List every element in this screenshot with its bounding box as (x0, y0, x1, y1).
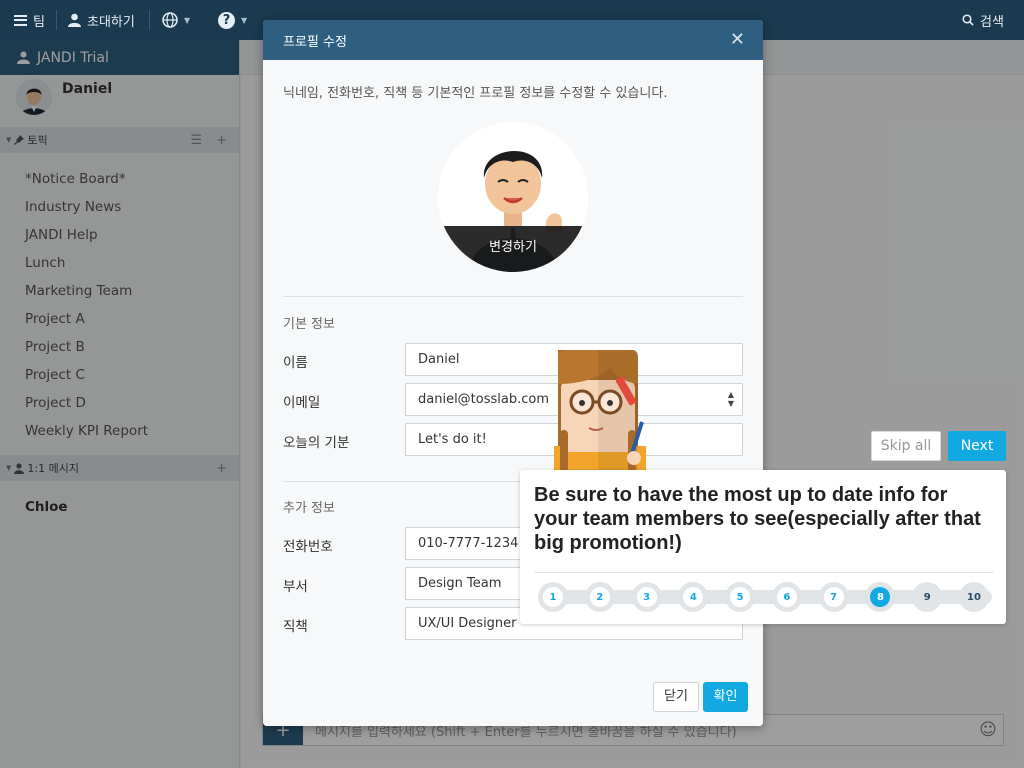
name-label: 이름 (283, 355, 308, 371)
name-value: Daniel (418, 352, 460, 367)
next-button[interactable]: Next (948, 431, 1006, 461)
divider (56, 10, 57, 30)
progress-step-number: 2 (589, 587, 610, 607)
divider (149, 10, 150, 30)
progress-step-number: 9 (917, 587, 938, 607)
progress-step-number: 7 (823, 587, 844, 607)
position-value: UX/UI Designer (418, 616, 517, 631)
search-button[interactable]: 검색 (962, 0, 1004, 40)
progress-step[interactable]: 5 (725, 582, 756, 612)
progress-step[interactable]: 1 (538, 582, 568, 612)
progress-step-number: 4 (683, 587, 704, 607)
change-photo-button[interactable]: 변경하기 (438, 226, 588, 272)
email-label: 이메일 (283, 395, 321, 411)
invite-button[interactable]: 초대하기 (68, 0, 135, 40)
chevron-down-icon: ▼ (241, 15, 248, 25)
modal-header: 프로필 수정 ✕ (263, 20, 763, 60)
phone-label: 전화번호 (283, 539, 333, 555)
user-icon (68, 13, 81, 27)
extra-info-heading: 추가 정보 (283, 501, 335, 516)
basic-info-heading: 기본 정보 (283, 317, 335, 332)
phone-value: 010-7777-1234 (418, 536, 519, 551)
search-label: 검색 (980, 14, 1004, 30)
progress-step[interactable]: 7 (818, 582, 849, 612)
tutorial-message: Be sure to have the most up to date info… (534, 484, 981, 554)
skip-all-button[interactable]: Skip all (871, 431, 941, 461)
select-arrows-icon: ▲ ▼ (727, 390, 734, 408)
progress-step[interactable]: 8 (865, 582, 896, 612)
divider (534, 572, 994, 573)
position-label: 직책 (283, 619, 308, 635)
team-menu-button[interactable]: 팀 (14, 0, 45, 40)
confirm-button[interactable]: 확인 (703, 682, 748, 712)
progress-step[interactable]: 9 (912, 582, 943, 612)
tutorial-character-illustration (554, 350, 646, 472)
close-icon[interactable]: ✕ (730, 29, 745, 50)
progress-step[interactable]: 10 (959, 582, 989, 612)
help-button[interactable]: ? ▼ (218, 0, 247, 40)
help-icon: ? (218, 11, 235, 29)
profile-photo[interactable]: 변경하기 (438, 122, 588, 272)
modal-intro: 닉네임, 전화번호, 직책 등 기본적인 프로필 정보를 수정할 수 있습니다. (283, 86, 668, 101)
language-button[interactable]: ▼ (162, 0, 190, 40)
search-icon (962, 14, 974, 26)
department-value: Design Team (418, 576, 502, 591)
mood-value: Let's do it! (418, 432, 487, 447)
invite-label: 초대하기 (87, 14, 135, 30)
chevron-down-icon: ▼ (184, 15, 191, 25)
progress-step-number: 5 (730, 587, 751, 607)
progress-step[interactable]: 4 (678, 582, 709, 612)
mood-label: 오늘의 기분 (283, 435, 350, 451)
progress-step-number: 3 (636, 587, 657, 607)
progress-step-number: 1 (543, 587, 563, 607)
progress-step[interactable]: 2 (584, 582, 615, 612)
modal-title: 프로필 수정 (283, 34, 347, 50)
department-label: 부서 (283, 579, 308, 595)
hamburger-icon (14, 14, 27, 26)
globe-icon (162, 12, 178, 28)
email-value: daniel@tosslab.com (418, 392, 550, 407)
progress-step-number: 10 (964, 587, 984, 607)
progress-step[interactable]: 3 (631, 582, 662, 612)
progress-step[interactable]: 6 (771, 582, 802, 612)
progress-step-number: 8 (870, 587, 891, 607)
divider (283, 296, 743, 297)
modal-body: 닉네임, 전화번호, 직책 등 기본적인 프로필 정보를 수정할 수 있습니다.… (263, 60, 763, 726)
close-button[interactable]: 닫기 (653, 682, 699, 712)
progress-step-number: 6 (776, 587, 797, 607)
team-menu-label: 팀 (33, 14, 45, 30)
tutorial-card: Be sure to have the most up to date info… (520, 470, 1006, 624)
